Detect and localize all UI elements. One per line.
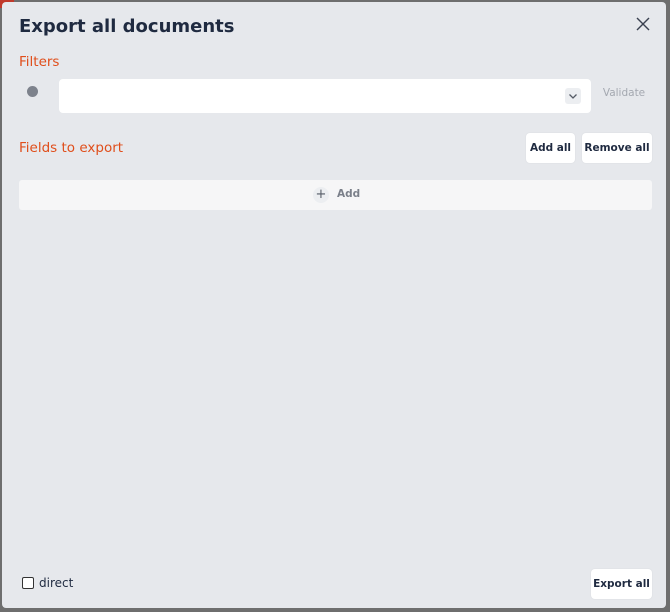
add-field-button[interactable]: + Add (19, 180, 652, 210)
validate-button[interactable]: Validate (598, 87, 650, 99)
dialog-title: Export all documents (19, 16, 235, 37)
add-all-button[interactable]: Add all (526, 133, 575, 163)
direct-label: direct (39, 576, 74, 590)
plus-icon: + (313, 187, 329, 203)
direct-checkbox[interactable] (22, 577, 34, 589)
chevron-down-button[interactable] (565, 88, 581, 104)
close-button[interactable] (634, 15, 652, 33)
filters-heading: Filters (19, 54, 60, 70)
add-field-label: Add (337, 188, 361, 200)
remove-all-button[interactable]: Remove all (582, 133, 652, 163)
close-icon (636, 17, 650, 31)
export-dialog: Export all documents Filters Validate Fi… (2, 2, 666, 608)
chevron-down-icon (569, 94, 577, 99)
export-all-button[interactable]: Export all (591, 569, 652, 599)
fields-heading: Fields to export (19, 140, 124, 156)
filter-status-dot (27, 86, 38, 97)
filter-select[interactable] (59, 79, 591, 113)
